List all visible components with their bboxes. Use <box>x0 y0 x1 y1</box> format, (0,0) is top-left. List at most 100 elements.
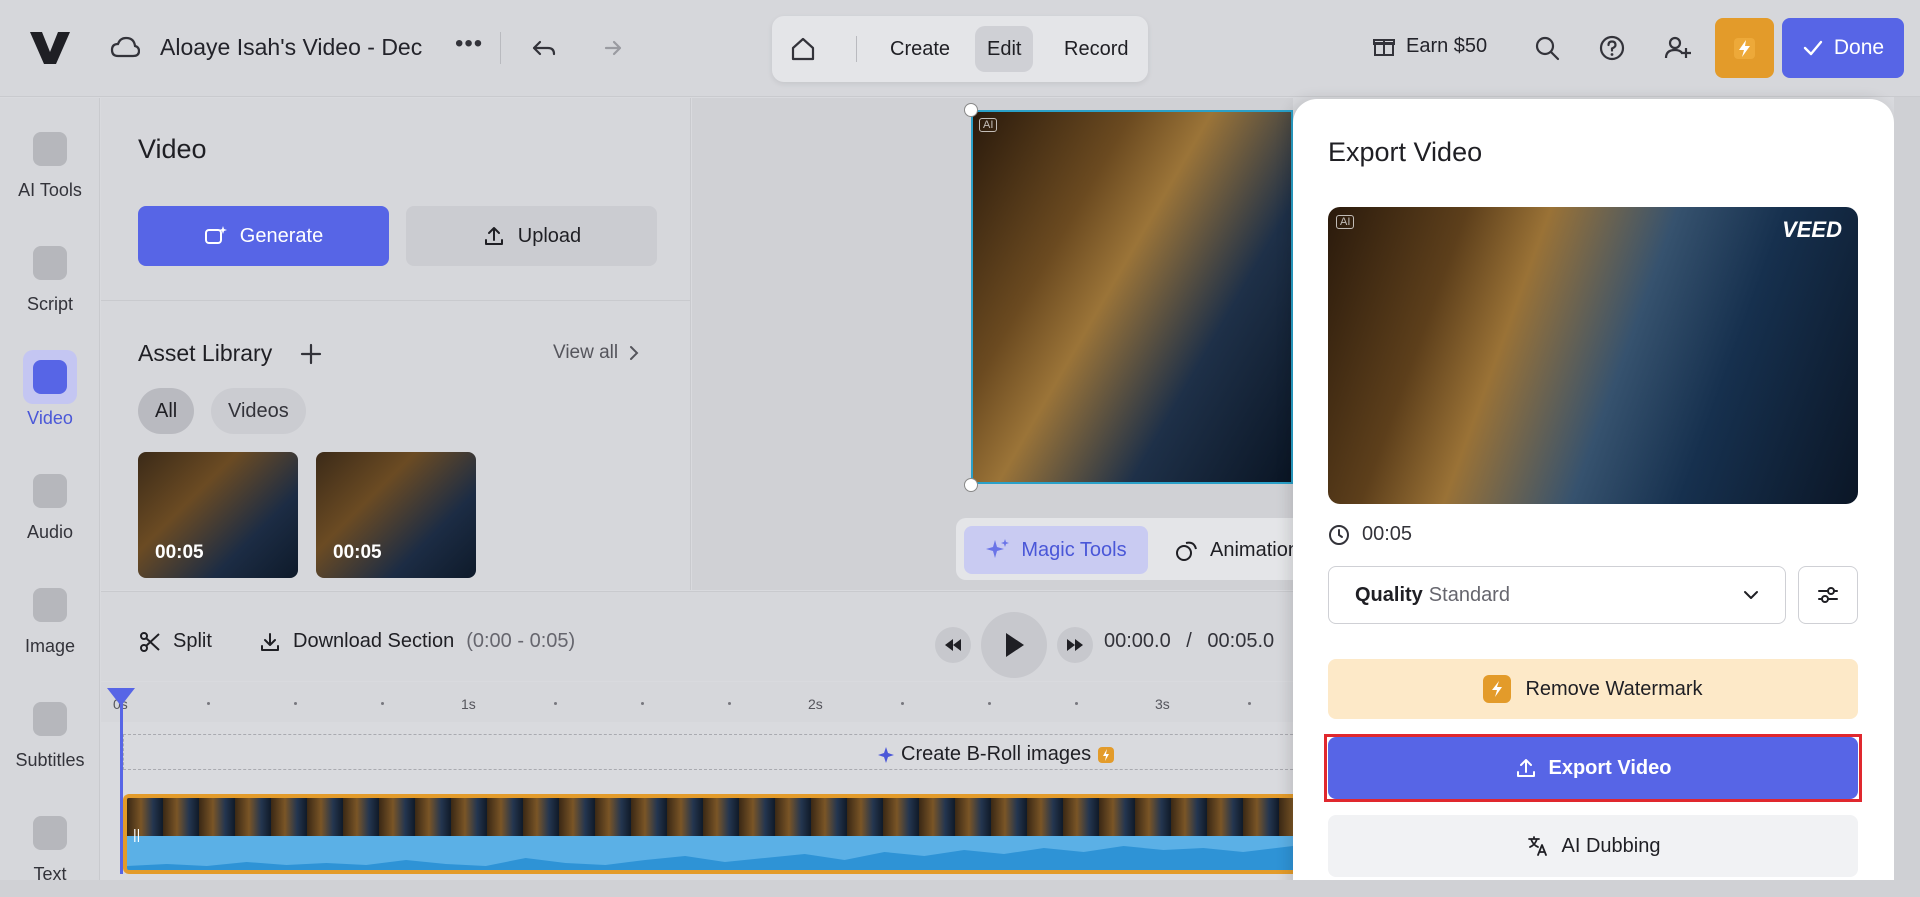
lightning-icon <box>1483 675 1512 703</box>
rail-label: Script <box>26 294 73 314</box>
rail-item-subtitles[interactable]: Subtitles <box>0 692 100 792</box>
home-icon[interactable] <box>788 34 818 64</box>
done-label: Done <box>1833 36 1885 59</box>
add-user-icon[interactable] <box>1664 34 1692 62</box>
rewind-icon <box>945 639 961 651</box>
veed-watermark: VEED <box>1782 217 1842 242</box>
rail-item-script[interactable]: Script <box>0 236 100 336</box>
resize-handle-bottom-left[interactable] <box>964 478 978 492</box>
timeline-ruler[interactable]: 0s 1s 2s 3s <box>101 682 1293 722</box>
upload-button[interactable]: Upload <box>406 206 657 266</box>
playhead[interactable] <box>120 688 123 874</box>
script-icon <box>33 246 67 280</box>
check-icon <box>1803 40 1823 56</box>
undo-icon[interactable] <box>530 34 558 62</box>
quality-value: Standard <box>1428 583 1510 606</box>
ai-dubbing-button[interactable]: AI Dubbing <box>1328 815 1858 877</box>
ruler-tick: 3s <box>1155 696 1170 712</box>
add-asset-icon[interactable] <box>297 340 325 368</box>
animation-button[interactable]: Animation <box>1174 526 1299 574</box>
redo-icon[interactable] <box>596 34 624 62</box>
sparkle-icon <box>878 746 894 763</box>
premium-lightning-icon <box>1098 746 1115 763</box>
rail-item-video[interactable]: Video <box>0 350 100 450</box>
download-icon <box>261 632 279 651</box>
animation-icon <box>1176 541 1197 561</box>
rewind-button[interactable] <box>935 627 971 663</box>
fast-forward-button[interactable] <box>1057 627 1093 663</box>
split-button[interactable]: Split <box>139 630 212 653</box>
rail-item-audio[interactable]: Audio <box>0 464 100 564</box>
filter-chip-all[interactable]: All <box>138 388 195 434</box>
quality-label: Quality <box>1355 583 1423 606</box>
magic-tools-button[interactable]: Magic Tools <box>964 526 1148 574</box>
resize-handle-top-left[interactable] <box>964 103 978 117</box>
filter-chip-videos[interactable]: Videos <box>211 388 306 434</box>
video-clip-track[interactable]: || <box>123 794 1293 874</box>
sparkle-icon <box>33 132 67 166</box>
help-icon[interactable] <box>1598 34 1626 62</box>
audio-waveform <box>127 836 1293 870</box>
clip-trim-handle[interactable]: || <box>133 826 140 842</box>
asset-duration: 00:05 <box>333 542 382 563</box>
upload-label: Upload <box>517 224 582 247</box>
mode-edit[interactable]: Edit <box>975 26 1034 72</box>
broll-track[interactable]: Create B-Roll images <box>123 734 1293 770</box>
play-icon <box>1006 633 1024 657</box>
video-panel: Video Generate Upload Asset Library View… <box>101 98 691 590</box>
current-time: 00:00.0 <box>1104 630 1171 652</box>
export-video-modal: Export Video AI VEED 00:05 Quality Stand… <box>1293 99 1894 897</box>
quality-select[interactable]: Quality Standard <box>1328 566 1786 624</box>
download-range: (0:00 - 0:05) <box>466 630 576 652</box>
export-settings-button[interactable] <box>1798 566 1858 624</box>
magic-tools-label: Magic Tools <box>1021 538 1127 561</box>
export-preview: AI VEED <box>1328 207 1858 504</box>
time-separator: / <box>1186 630 1192 652</box>
rail-item-ai-tools[interactable]: AI Tools <box>0 122 100 222</box>
fast-forward-icon <box>1067 639 1083 651</box>
asset-duration: 00:05 <box>155 542 204 563</box>
modal-title: Export Video <box>1328 137 1483 167</box>
mode-create[interactable]: Create <box>878 26 962 72</box>
scrollbar-track[interactable] <box>1894 97 1920 897</box>
rail-label: Image <box>24 636 76 656</box>
done-button[interactable]: Done <box>1782 18 1904 78</box>
asset-thumbnail[interactable]: 00:05 <box>138 452 298 578</box>
asset-thumbnail[interactable]: 00:05 <box>316 452 476 578</box>
sliders-icon <box>1818 587 1838 603</box>
chevron-down-icon <box>1744 591 1758 599</box>
canvas-video-preview[interactable]: AI <box>971 110 1293 484</box>
view-all-link[interactable]: View all <box>553 342 640 364</box>
broll-label: Create B-Roll images <box>901 743 1092 765</box>
rail-item-image[interactable]: Image <box>0 578 100 678</box>
ai-dubbing-label: AI Dubbing <box>1561 834 1661 857</box>
upgrade-button[interactable] <box>1715 18 1774 78</box>
canvas-toolbar: Magic Tools Animation <box>956 518 1299 580</box>
mode-record[interactable]: Record <box>1052 26 1140 72</box>
generate-button[interactable]: Generate <box>138 206 389 266</box>
subtitles-icon <box>33 702 67 736</box>
generate-video-icon <box>204 226 227 244</box>
project-title[interactable]: Aloaye Isah's Video - Dec <box>160 34 440 61</box>
rail-label: AI Tools <box>18 180 82 200</box>
export-duration: 00:05 <box>1328 523 1412 546</box>
text-icon <box>33 816 67 850</box>
playback-controls <box>935 612 1093 678</box>
image-icon <box>33 588 67 622</box>
ai-badge: AI <box>979 118 998 132</box>
upload-icon <box>484 227 503 245</box>
mode-divider <box>856 36 857 62</box>
timeline-toolbar: Split Download Section (0:00 - 0:05) 00:… <box>101 591 1293 681</box>
earn-referral-button[interactable]: Earn $50 <box>1372 34 1487 58</box>
create-broll-button[interactable]: Create B-Roll images <box>877 743 1115 766</box>
download-section-button[interactable]: Download Section (0:00 - 0:05) <box>259 630 575 653</box>
more-options-button[interactable]: ••• <box>455 30 483 58</box>
remove-watermark-button[interactable]: Remove Watermark <box>1328 659 1858 719</box>
play-button[interactable] <box>981 612 1047 678</box>
animation-label: Animation <box>1210 538 1299 561</box>
chevron-right-icon <box>630 346 639 360</box>
music-note-icon <box>33 474 67 508</box>
ruler-dot <box>728 702 731 705</box>
search-icon[interactable] <box>1533 34 1561 62</box>
veed-logo-icon[interactable] <box>28 30 72 66</box>
